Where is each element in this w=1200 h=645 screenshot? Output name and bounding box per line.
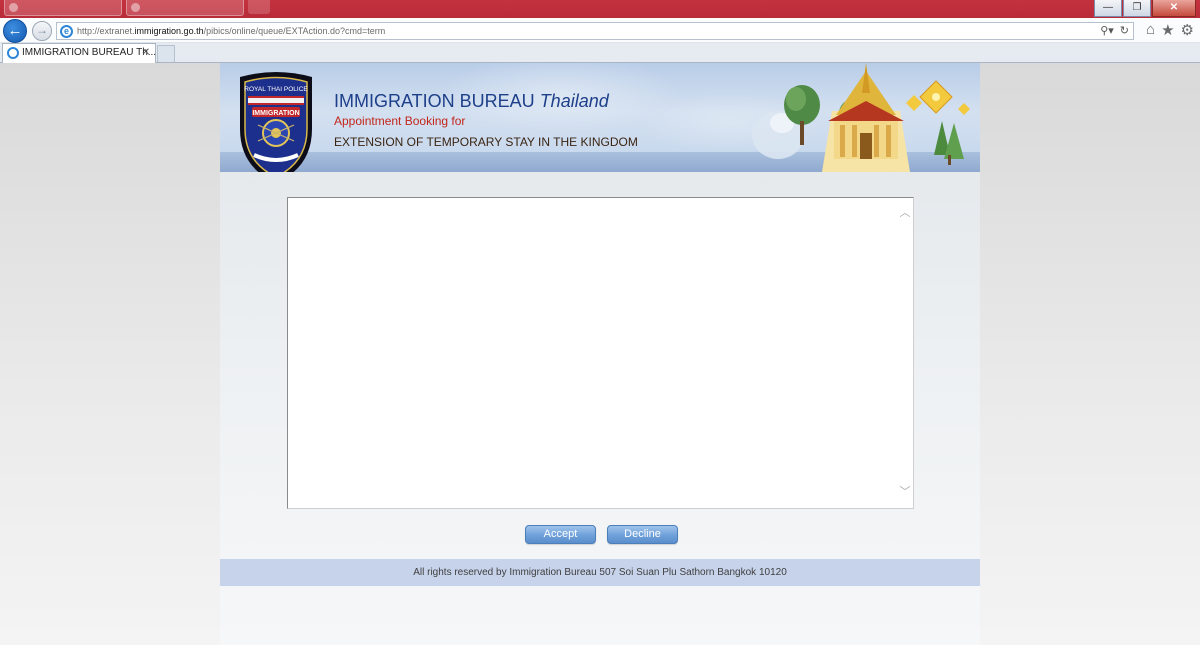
page-container: ROYAL THAI POLICE IMMIGRATION IMMIGRATIO… xyxy=(220,63,980,645)
tab-immigration-bureau[interactable]: IMMIGRATION BUREAU Th... ✕ xyxy=(2,43,156,63)
minimize-button[interactable]: — xyxy=(1094,0,1122,17)
forward-arrow-icon[interactable]: → xyxy=(32,21,52,41)
page-footer: All rights reserved by Immigration Burea… xyxy=(220,559,980,586)
close-window-button[interactable]: ✕ xyxy=(1152,0,1196,17)
accept-button[interactable]: Accept xyxy=(525,525,596,544)
tab-ie-icon xyxy=(7,47,19,59)
search-icon[interactable]: ⚲▾ xyxy=(1100,24,1114,37)
background-tab-2[interactable] xyxy=(126,0,244,16)
back-arrow-icon[interactable]: ← xyxy=(3,19,27,43)
page-subtitle-booking: Appointment Booking for xyxy=(334,114,466,128)
terms-content-box[interactable]: ︿ ﹀ xyxy=(287,197,914,509)
badge-top-text: ROYAL THAI POLICE xyxy=(244,86,308,93)
background-tab-3[interactable] xyxy=(248,0,270,14)
browser-toolbar-icons: ⌂ ★ ⚙ xyxy=(1146,21,1194,39)
badge-mid-text: IMMIGRATION xyxy=(252,110,299,117)
tab-close-icon[interactable]: ✕ xyxy=(142,47,150,58)
header-banner: ROYAL THAI POLICE IMMIGRATION IMMIGRATIO… xyxy=(220,63,980,172)
home-icon[interactable]: ⌂ xyxy=(1146,21,1155,39)
background-tab-1[interactable] xyxy=(4,0,122,16)
scroll-up-arrow-icon[interactable]: ︿ xyxy=(899,207,911,219)
tab-favicon-icon xyxy=(131,3,140,12)
scroll-down-arrow-icon[interactable]: ﹀ xyxy=(899,486,911,498)
tab-bar: IMMIGRATION BUREAU Th... ✕ xyxy=(0,43,1200,63)
thai-temple-illustration xyxy=(752,63,970,172)
new-tab-button[interactable] xyxy=(157,45,175,62)
decline-button[interactable]: Decline xyxy=(607,525,678,544)
window-titlebar: — ❐ ✕ xyxy=(0,0,1200,18)
page-subtitle-extension: EXTENSION OF TEMPORARY STAY IN THE KINGD… xyxy=(334,135,638,149)
address-bar[interactable]: e http://extranet.immigration.go.th/pibi… xyxy=(56,22,1134,40)
ie-icon: e xyxy=(60,25,73,38)
royal-thai-police-badge-logo: ROYAL THAI POLICE IMMIGRATION xyxy=(240,72,312,172)
refresh-icon[interactable]: ↻ xyxy=(1120,24,1129,37)
gear-icon[interactable]: ⚙ xyxy=(1181,21,1194,39)
restore-button[interactable]: ❐ xyxy=(1123,0,1151,17)
navigation-bar: ← → e http://extranet.immigration.go.th/… xyxy=(0,18,1200,43)
window-controls: — ❐ ✕ xyxy=(1094,0,1196,17)
address-tools: ⚲▾ ↻ xyxy=(1100,24,1129,37)
favorites-star-icon[interactable]: ★ xyxy=(1161,21,1174,39)
page-viewport: ROYAL THAI POLICE IMMIGRATION IMMIGRATIO… xyxy=(0,63,1200,645)
tab-title: IMMIGRATION BUREAU Th... xyxy=(22,47,157,58)
url-text: http://extranet.immigration.go.th/pibics… xyxy=(77,26,386,36)
page-title: IMMIGRATION BUREAU Thailand xyxy=(334,91,609,111)
tab-favicon-icon xyxy=(9,3,18,12)
